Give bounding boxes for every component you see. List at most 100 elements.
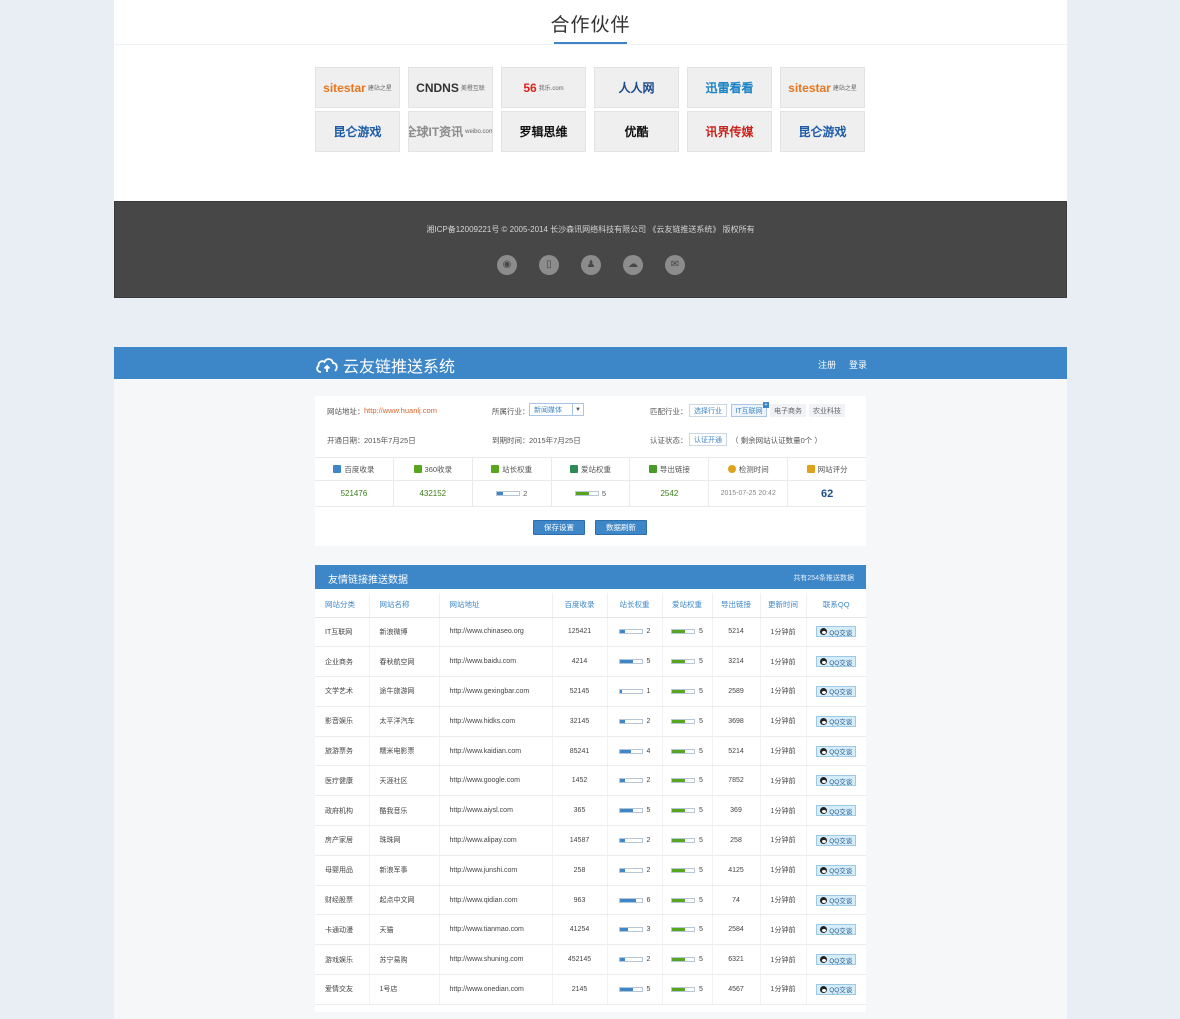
col-header[interactable]: 网站名称 (369, 593, 440, 618)
partner-logo[interactable]: 人人网 (594, 67, 679, 108)
qq-chat-button[interactable]: QQ交谈 (816, 656, 857, 668)
copyright-text: 湘ICP备12009221号 © 2005-2014 长沙森讯网络科技有限公司 … (426, 225, 755, 234)
match-tag-agri[interactable]: 农业科技 (809, 404, 845, 417)
match-tag-ecommerce[interactable]: 电子商务 (770, 404, 806, 417)
cell-qq: QQ交谈 (806, 914, 866, 946)
qq-chat-button[interactable]: QQ交谈 (816, 685, 857, 697)
partner-logo[interactable]: 昆仑游戏 (315, 111, 400, 152)
col-header[interactable]: 站长权重 (607, 593, 663, 618)
match-label: 匹配行业： (650, 407, 688, 416)
cell-site-url[interactable]: http://www.shuning.com (439, 944, 553, 976)
cell-site-url[interactable]: http://www.gexingbar.com (439, 676, 553, 707)
az-weight-number: 5 (699, 926, 703, 934)
az-weight-fill (672, 779, 686, 783)
qq-chat-button[interactable]: QQ交谈 (816, 775, 857, 787)
push-data-card: 友情链接推送数据 共有254条推送数据 网站分类 网站名称 网站地址 百度收录 … (315, 565, 866, 1012)
cell-site-url[interactable]: http://www.aiysl.com (439, 795, 553, 827)
cell-site-url[interactable]: http://www.hidks.com (439, 706, 553, 737)
mail-icon[interactable]: ✉ (665, 255, 685, 275)
cell-time: 1分钟前 (760, 885, 807, 916)
stat-360-value: 432152 (394, 481, 473, 506)
site-url-value[interactable]: http://www.huanlj.com (364, 406, 437, 415)
zz-weight-number: 2 (646, 777, 651, 785)
qq-chat-label: QQ交谈 (829, 778, 853, 786)
auth-open-button[interactable]: 认证开通 (689, 433, 727, 446)
az-weight-number: 5 (699, 807, 703, 815)
match-tag-it[interactable]: IT互联网 + (731, 402, 769, 417)
qq-chat-button[interactable]: QQ交谈 (816, 864, 857, 876)
cell-links: 4125 (712, 855, 761, 886)
wechat-icon[interactable]: ☁ (623, 255, 643, 275)
cell-zz-weight: 5 (607, 646, 663, 678)
cell-site-name: 新浪军事 (369, 855, 440, 886)
partner-logo[interactable]: 昆仑游戏 (780, 111, 865, 152)
weibo-icon[interactable]: ◉ (497, 255, 517, 275)
push-data-table: 网站分类 网站名称 网站地址 百度收录 站长权重 爱站权重 导出链接 更新时间 … (315, 593, 866, 1005)
qq-chat-button[interactable]: QQ交谈 (816, 983, 857, 995)
az-weight-fill (672, 928, 686, 932)
cell-site-url[interactable]: http://www.google.com (439, 765, 553, 797)
cell-site-url[interactable]: http://www.onedian.com (439, 974, 553, 1005)
partner-logo[interactable]: @全球IT资讯weibo.com/gsqit (408, 111, 493, 152)
qq-chat-button[interactable]: QQ交谈 (816, 954, 857, 966)
az-weight-bar (671, 867, 696, 873)
col-header[interactable]: 百度收录 (552, 593, 608, 618)
brand[interactable]: 云友链推送系统 (315, 353, 455, 377)
login-link[interactable]: 登录 (849, 358, 867, 371)
partner-logo-label: 昆仑游戏 (333, 125, 382, 139)
col-header[interactable]: 导出链接 (712, 593, 761, 618)
partner-logo-label: 罗辑思维 (519, 125, 568, 139)
partner-logo[interactable]: sitestar 建站之星 (780, 67, 865, 108)
cell-site-url[interactable]: http://www.kaidian.com (439, 736, 553, 767)
partner-logo[interactable]: 56 我乐.com (501, 67, 586, 108)
zz-weight-number: 1 (646, 687, 651, 695)
col-header[interactable]: 爱站权重 (662, 593, 713, 618)
cell-category: 母婴用品 (315, 855, 370, 886)
cell-site-url[interactable]: http://www.alipay.com (439, 825, 553, 856)
partner-logo[interactable]: 罗辑思维 (501, 111, 586, 152)
partner-logo[interactable]: CNDNS 美橙互联 (408, 67, 493, 108)
partner-logo[interactable]: 优酷 (594, 111, 679, 152)
zz-weight-number: 4 (646, 747, 651, 755)
partner-logo[interactable]: 讯界传媒 (687, 111, 772, 152)
qq-chat-button[interactable]: QQ交谈 (816, 715, 857, 727)
qq-chat-button[interactable]: QQ交谈 (816, 626, 857, 638)
table-row: 房产家居 珠珠网 http://www.alipay.com 14587 2 5 258 1分… (315, 825, 866, 856)
stat-zz-value: 2 (473, 481, 552, 506)
col-header[interactable]: 更新时间 (760, 593, 807, 618)
qq-chat-button[interactable]: QQ交谈 (816, 745, 857, 757)
cell-site-url[interactable]: http://www.qidian.com (439, 885, 553, 916)
col-header[interactable]: 联系QQ (806, 593, 866, 618)
industry-select[interactable]: 新闻媒体 ▼ (529, 403, 584, 416)
industry-select-value: 新闻媒体 (534, 406, 562, 414)
register-link[interactable]: 注册 (818, 358, 836, 371)
cell-site-url[interactable]: http://www.baidu.com (439, 646, 553, 678)
cell-az-weight: 5 (662, 855, 713, 886)
qq-chat-button[interactable]: QQ交谈 (816, 805, 857, 817)
qq-chat-button[interactable]: QQ交谈 (816, 834, 857, 846)
cell-az-weight: 5 (662, 676, 713, 707)
qq-chat-label: QQ交谈 (829, 838, 853, 846)
cell-site-url[interactable]: http://www.junshi.com (439, 855, 553, 886)
zz-weight-number: 6 (646, 896, 651, 904)
table-row: 母婴用品 新浪军事 http://www.junshi.com 258 2 5 4125 1分… (315, 855, 866, 886)
stat-head-label: 网站评分 (817, 464, 848, 474)
partner-logo[interactable]: 迅雷看看 (687, 67, 772, 108)
partner-logo[interactable]: sitestar 建站之星 (315, 67, 400, 108)
cell-qq: QQ交谈 (806, 736, 866, 767)
refresh-data-button[interactable]: 数据刷新 (595, 520, 647, 535)
save-settings-button[interactable]: 保存设置 (533, 520, 585, 535)
az-weight-fill (672, 660, 686, 664)
col-header[interactable]: 网站分类 (315, 593, 370, 618)
zz-weight-fill (619, 779, 626, 783)
match-industry-select[interactable]: 选择行业 (689, 404, 727, 417)
cell-category: 财经股票 (315, 885, 370, 916)
zz-weight-bar (618, 718, 643, 724)
col-header[interactable]: 网站地址 (439, 593, 553, 618)
qq-icon[interactable]: ♟ (581, 255, 601, 275)
qq-chat-button[interactable]: QQ交谈 (816, 924, 857, 936)
qq-chat-button[interactable]: QQ交谈 (816, 894, 857, 906)
cell-site-url[interactable]: http://www.tianmao.com (439, 914, 553, 946)
mobile-icon[interactable]: ▯ (539, 255, 559, 275)
cell-site-url[interactable]: http://www.chinaseo.org (439, 617, 553, 648)
